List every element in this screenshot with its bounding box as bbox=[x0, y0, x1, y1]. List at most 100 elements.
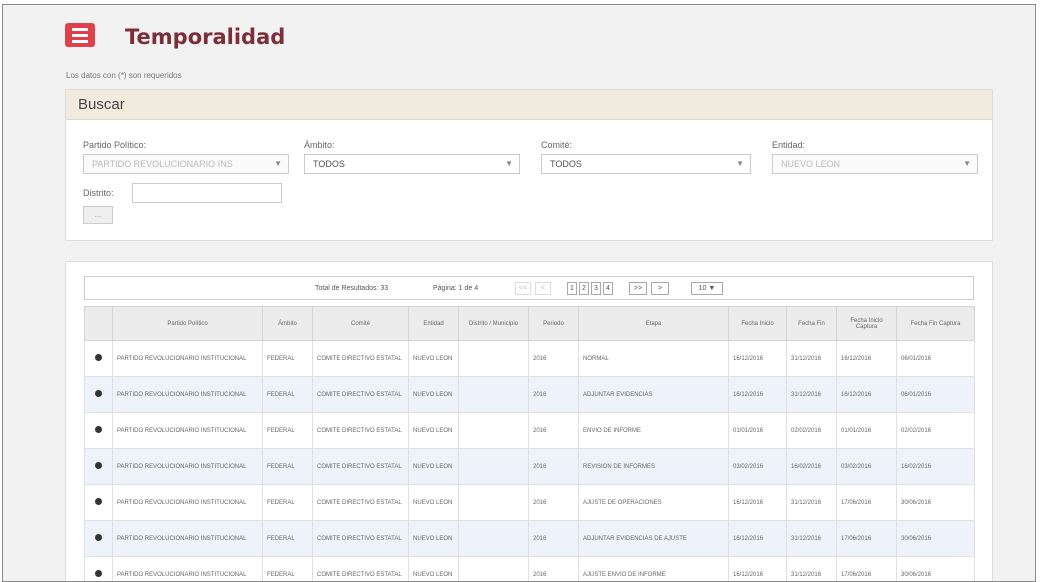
cell-comite: COMITE DIRECTIVO ESTATAL bbox=[312, 412, 409, 449]
cell-ambito: FEDERAL bbox=[262, 556, 313, 581]
search-panel-title: Buscar bbox=[66, 90, 992, 120]
cell-ambito: FEDERAL bbox=[262, 340, 313, 377]
prev-page-button[interactable]: < bbox=[535, 282, 551, 295]
search-panel: Buscar Partido Político: PARTIDO REVOLUC… bbox=[65, 89, 993, 241]
page-button-3[interactable]: 3 bbox=[591, 282, 601, 295]
cell-etapa: ADJUNTAR EVIDENCIAS bbox=[578, 376, 729, 413]
cell-entidad: NUEVO LEON bbox=[408, 376, 459, 413]
cell-inicio-captura: 17/06/2016 bbox=[836, 520, 897, 557]
first-page-button[interactable]: << bbox=[515, 282, 531, 295]
cell-fin-captura: 06/01/2016 bbox=[896, 340, 975, 377]
view-detail-icon[interactable] bbox=[95, 461, 102, 469]
page-button-1[interactable]: 1 bbox=[567, 282, 577, 295]
last-page-button[interactable]: >> bbox=[629, 282, 647, 295]
cell-entidad: NUEVO LEON bbox=[408, 340, 459, 377]
table-row[interactable]: PARTIDO REVOLUCIONARIO INSTITUCIONAL FEDE… bbox=[84, 448, 975, 485]
column-header[interactable]: Ámbito bbox=[262, 306, 313, 341]
cell-periodo: 2016 bbox=[528, 556, 579, 581]
column-header[interactable]: Fecha Inicio bbox=[728, 306, 787, 341]
cell-partido: PARTIDO REVOLUCIONARIO INSTITUCIONAL bbox=[112, 448, 263, 485]
distrito-input[interactable] bbox=[132, 183, 282, 203]
chevron-down-icon: ▼ bbox=[963, 159, 971, 168]
cell-etapa: AJUSTE ENVIO DE INFORME bbox=[578, 556, 729, 581]
cell-etapa: ENVIO DE INFORME bbox=[578, 412, 729, 449]
cell-periodo: 2016 bbox=[528, 448, 579, 485]
column-header[interactable]: Fecha Fin bbox=[786, 306, 837, 341]
column-header[interactable]: Etapa bbox=[578, 306, 729, 341]
cell-fin: 31/12/2016 bbox=[786, 556, 837, 581]
entidad-select[interactable]: NUEVO LEON ▼ bbox=[772, 154, 978, 174]
view-detail-icon[interactable] bbox=[95, 497, 102, 505]
search-button[interactable]: ... bbox=[83, 206, 113, 224]
column-header[interactable]: Distrito / Municipio bbox=[458, 306, 529, 341]
table-row[interactable]: PARTIDO REVOLUCIONARIO INSTITUCIONAL FEDE… bbox=[84, 340, 975, 377]
cell-distrito bbox=[458, 448, 529, 485]
column-header[interactable]: Fecha Inicio Captura bbox=[836, 306, 897, 341]
cell-ambito: FEDERAL bbox=[262, 484, 313, 521]
cell-fin: 02/02/2016 bbox=[786, 412, 837, 449]
cell-partido: PARTIDO REVOLUCIONARIO INSTITUCIONAL bbox=[112, 484, 263, 521]
cell-inicio-captura: 17/06/2016 bbox=[836, 484, 897, 521]
ambito-select-value: TODOS bbox=[313, 159, 345, 169]
row-icon-cell[interactable] bbox=[84, 520, 113, 557]
required-note: Los datos con (*) son requeridos bbox=[66, 71, 182, 80]
view-detail-icon[interactable] bbox=[95, 389, 102, 397]
table-row[interactable]: PARTIDO REVOLUCIONARIO INSTITUCIONAL FEDE… bbox=[84, 520, 975, 557]
row-icon-cell[interactable] bbox=[84, 556, 113, 581]
partido-select[interactable]: PARTIDO REVOLUCIONARIO INS ▼ bbox=[83, 154, 289, 174]
column-header[interactable]: Fecha Fin Captura bbox=[896, 306, 975, 341]
page-indicator: Página: 1 de 4 bbox=[433, 285, 479, 292]
view-detail-icon[interactable] bbox=[95, 425, 102, 433]
cell-inicio: 16/12/2016 bbox=[728, 376, 787, 413]
entidad-label: Entidad: bbox=[772, 140, 806, 150]
table-row[interactable]: PARTIDO REVOLUCIONARIO INSTITUCIONAL FEDE… bbox=[84, 484, 975, 521]
cell-ambito: FEDERAL bbox=[262, 520, 313, 557]
cell-inicio: 01/01/2016 bbox=[728, 412, 787, 449]
page-button-4[interactable]: 4 bbox=[603, 282, 613, 295]
next-page-button[interactable]: > bbox=[651, 282, 669, 295]
row-icon-cell[interactable] bbox=[84, 484, 113, 521]
comite-select[interactable]: TODOS ▼ bbox=[541, 154, 751, 174]
page-button-2[interactable]: 2 bbox=[579, 282, 589, 295]
row-icon-cell[interactable] bbox=[84, 412, 113, 449]
cell-entidad: NUEVO LEON bbox=[408, 556, 459, 581]
view-detail-icon[interactable] bbox=[95, 569, 102, 577]
cell-ambito: FEDERAL bbox=[262, 376, 313, 413]
cell-distrito bbox=[458, 376, 529, 413]
comite-label: Comité: bbox=[541, 140, 573, 150]
view-detail-icon[interactable] bbox=[95, 533, 102, 541]
row-icon-cell[interactable] bbox=[84, 340, 113, 377]
cell-comite: COMITE DIRECTIVO ESTATAL bbox=[312, 556, 409, 581]
cell-inicio: 16/12/2016 bbox=[728, 556, 787, 581]
column-header[interactable]: Partido Político bbox=[112, 306, 263, 341]
table-row[interactable]: PARTIDO REVOLUCIONARIO INSTITUCIONAL FEDE… bbox=[84, 376, 975, 413]
cell-inicio: 16/12/2016 bbox=[728, 484, 787, 521]
cell-etapa: ADJUNTAR EVIDENCIAS DE AJUSTE bbox=[578, 520, 729, 557]
cell-partido: PARTIDO REVOLUCIONARIO INSTITUCIONAL bbox=[112, 412, 263, 449]
cell-fin: 31/12/2016 bbox=[786, 376, 837, 413]
partido-select-value: PARTIDO REVOLUCIONARIO INS bbox=[92, 159, 233, 169]
ambito-select[interactable]: TODOS ▼ bbox=[304, 154, 520, 174]
column-header[interactable]: Comité bbox=[312, 306, 409, 341]
cell-inicio: 16/12/2016 bbox=[728, 520, 787, 557]
view-detail-icon[interactable] bbox=[95, 353, 102, 361]
table-row[interactable]: PARTIDO REVOLUCIONARIO INSTITUCIONAL FEDE… bbox=[84, 412, 975, 449]
column-header[interactable]: Entidad bbox=[408, 306, 459, 341]
table-row[interactable]: PARTIDO REVOLUCIONARIO INSTITUCIONAL FEDE… bbox=[84, 556, 975, 581]
page-size-value: 10 bbox=[698, 285, 707, 292]
row-icon-cell[interactable] bbox=[84, 376, 113, 413]
cell-fin-captura: 16/02/2016 bbox=[896, 448, 975, 485]
cell-etapa: NORMAL bbox=[578, 340, 729, 377]
results-table: Partido Político Ámbito Comité Entidad D… bbox=[84, 306, 975, 581]
cell-fin: 31/12/2016 bbox=[786, 484, 837, 521]
menu-icon[interactable] bbox=[65, 23, 95, 47]
cell-comite: COMITE DIRECTIVO ESTATAL bbox=[312, 448, 409, 485]
row-icon-cell[interactable] bbox=[84, 448, 113, 485]
column-header[interactable]: Periodo bbox=[528, 306, 579, 341]
cell-periodo: 2016 bbox=[528, 520, 579, 557]
page-size-select[interactable]: 10 ▼ bbox=[691, 282, 723, 295]
cell-distrito bbox=[458, 556, 529, 581]
partido-label: Partido Político: bbox=[83, 140, 147, 150]
cell-partido: PARTIDO REVOLUCIONARIO INSTITUCIONAL bbox=[112, 556, 263, 581]
cell-partido: PARTIDO REVOLUCIONARIO INSTITUCIONAL bbox=[112, 340, 263, 377]
